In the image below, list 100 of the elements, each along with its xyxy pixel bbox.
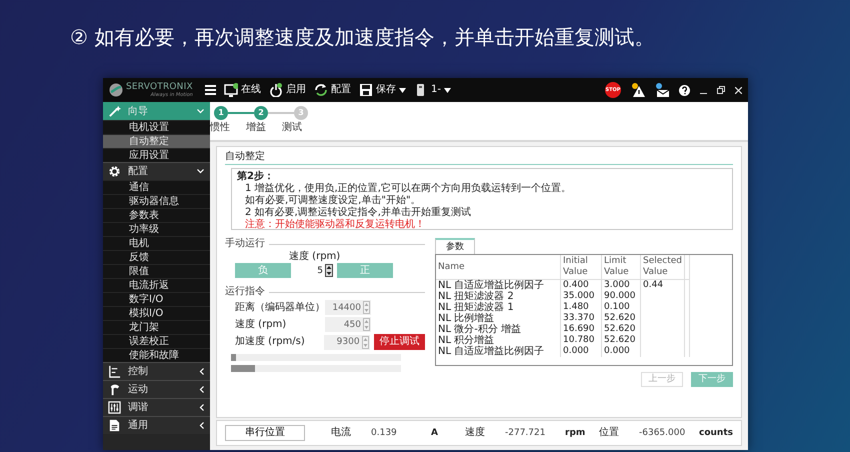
- sidebar-item[interactable]: 参数表: [103, 208, 210, 222]
- chevron-left-icon: [199, 422, 204, 429]
- sidebar-item[interactable]: 反馈: [103, 250, 210, 264]
- section-title: 手动运行: [225, 238, 265, 250]
- sidebar-item[interactable]: 电流折返: [103, 278, 210, 292]
- warning-icon[interactable]: [631, 83, 645, 97]
- field-label: 速度 (rpm): [289, 251, 342, 263]
- toolbar-button[interactable]: 在线: [224, 83, 261, 97]
- chevron-down-icon: [197, 109, 204, 114]
- table-cell: 16.690: [560, 324, 602, 335]
- monitor-icon: [224, 83, 238, 97]
- slide-title: ② 如有必要，再次调整速度及加速度指令，并单击开始重复测试。: [70, 24, 656, 50]
- table-cell: 10.780: [560, 335, 602, 346]
- reading-value: 0.139: [371, 427, 398, 439]
- reading-label: 速度: [465, 427, 486, 439]
- power-icon: [269, 83, 283, 97]
- reading-unit: counts: [699, 427, 733, 439]
- chart-axes-icon: [108, 365, 121, 378]
- sidebar-item[interactable]: 应用设置: [103, 148, 210, 162]
- table-cell: 52.620: [602, 313, 640, 324]
- stop-test-button[interactable]: 停止调试: [374, 334, 425, 350]
- toolbar-button[interactable]: 1-: [414, 83, 451, 97]
- section-title: 运行指令: [225, 286, 265, 298]
- table-cell: 0.000: [560, 346, 602, 357]
- sidebar-section[interactable]: 配置: [103, 162, 210, 180]
- sidebar-section[interactable]: 通用: [103, 416, 210, 434]
- chevron-left-icon: [199, 368, 204, 375]
- table-cell: NL 自适应增益比例因子: [436, 346, 560, 357]
- spinner-icon: [325, 264, 333, 277]
- field-label: 加速度 (rpm/s): [235, 336, 306, 348]
- sidebar-item[interactable]: 数字I/O: [103, 292, 210, 306]
- sidebar-item[interactable]: 使能和故障: [103, 348, 210, 362]
- table-cell: NL 比例增益: [436, 313, 560, 324]
- sidebar-item[interactable]: 自动整定: [103, 134, 210, 148]
- column-header: Initial Value: [560, 255, 602, 280]
- mail-icon[interactable]: [655, 83, 669, 97]
- document-icon: [108, 419, 121, 432]
- table-cell: 90.000: [602, 291, 640, 302]
- step-label: 惯性: [210, 122, 231, 134]
- table-cell: NL 积分增益: [436, 335, 560, 346]
- table-cell: 0.400: [560, 280, 602, 291]
- instruction-text: 第2步：: [237, 171, 275, 183]
- table-cell: 1.480: [560, 302, 602, 313]
- instruction-text: 注意：开始使能驱动器和反复运转电机！: [244, 219, 426, 231]
- table-cell: 35.000: [560, 291, 602, 302]
- reading-unit: A: [431, 427, 438, 439]
- table-cell: 0.000: [602, 346, 640, 357]
- sliders-panel-icon: [108, 401, 121, 414]
- restore-icon[interactable]: [717, 86, 725, 94]
- chevron-left-icon: [199, 404, 204, 411]
- sidebar-section[interactable]: 运动: [103, 380, 210, 398]
- column-header: Limit Value: [602, 255, 640, 280]
- table-cell: NL 自适应增益比例因子: [436, 280, 560, 291]
- sidebar-item[interactable]: 误差校正: [103, 334, 210, 348]
- close-icon[interactable]: [735, 86, 742, 94]
- sidebar-item[interactable]: 限值: [103, 264, 210, 278]
- gear-icon: [108, 165, 121, 178]
- serial-position-button[interactable]: 串行位置: [225, 425, 305, 441]
- menu-icon[interactable]: [205, 85, 216, 95]
- column-header: Selected Value: [640, 255, 685, 280]
- step-label: 增益: [246, 122, 267, 134]
- reading-label: 电流: [331, 427, 352, 439]
- sidebar-item[interactable]: 模拟I/O: [103, 306, 210, 320]
- reading-value: -6365.000: [639, 427, 686, 439]
- sidebar-item[interactable]: 电机: [103, 236, 210, 250]
- wand-icon: [108, 105, 121, 118]
- toolbar-button[interactable]: 配置: [314, 83, 351, 97]
- chevron-left-icon: [199, 386, 204, 393]
- table-cell: 52.620: [602, 324, 640, 335]
- sidebar-item[interactable]: 电机设置: [103, 120, 210, 134]
- sidebar-item[interactable]: 功率级: [103, 222, 210, 236]
- sidebar-item[interactable]: 驱动器信息: [103, 194, 210, 208]
- table-cell: 33.370: [560, 313, 602, 324]
- group-title: 自动整定: [225, 151, 733, 165]
- table-cell: 52.620: [602, 335, 640, 346]
- reading-label: 位置: [599, 427, 620, 439]
- caret-down-icon: [444, 88, 451, 92]
- table-cell: NL 扭矩滤波器 1: [436, 302, 560, 313]
- sidebar-item[interactable]: 龙门架: [103, 320, 210, 334]
- caret-down-icon: [399, 88, 406, 92]
- params-tab[interactable]: 参数: [435, 238, 475, 254]
- instruction-text: 如有必要,可调整速度设定,单击"开始"。: [244, 195, 422, 206]
- field-label: 距离（编码器单位）: [235, 302, 325, 314]
- instruction-text: 1 增益优化，使用负,正的位置,它可以在两个方向用负载运转到一个位置。: [244, 183, 572, 194]
- toolbar-button[interactable]: 启用: [269, 83, 306, 97]
- step-label: 测试: [282, 122, 303, 134]
- table-cell: 3.000: [602, 280, 640, 291]
- table-cell: NL 扭矩滤波器 2: [436, 291, 560, 302]
- spinner-icon: [363, 318, 370, 331]
- sidebar-item[interactable]: 通信: [103, 180, 210, 194]
- reading-value: -277.721: [505, 427, 546, 439]
- help-icon[interactable]: [679, 84, 690, 96]
- cycle-arrows-icon: [314, 83, 328, 97]
- spinner-icon: [362, 336, 369, 348]
- sidebar-section[interactable]: 控制: [103, 362, 210, 380]
- field-label: 速度 (rpm): [235, 318, 288, 330]
- table-cell: 0.44: [640, 280, 685, 291]
- toolbar-button[interactable]: 保存: [359, 83, 406, 97]
- sidebar-section[interactable]: 调谐: [103, 398, 210, 416]
- spinner-icon: [363, 301, 370, 314]
